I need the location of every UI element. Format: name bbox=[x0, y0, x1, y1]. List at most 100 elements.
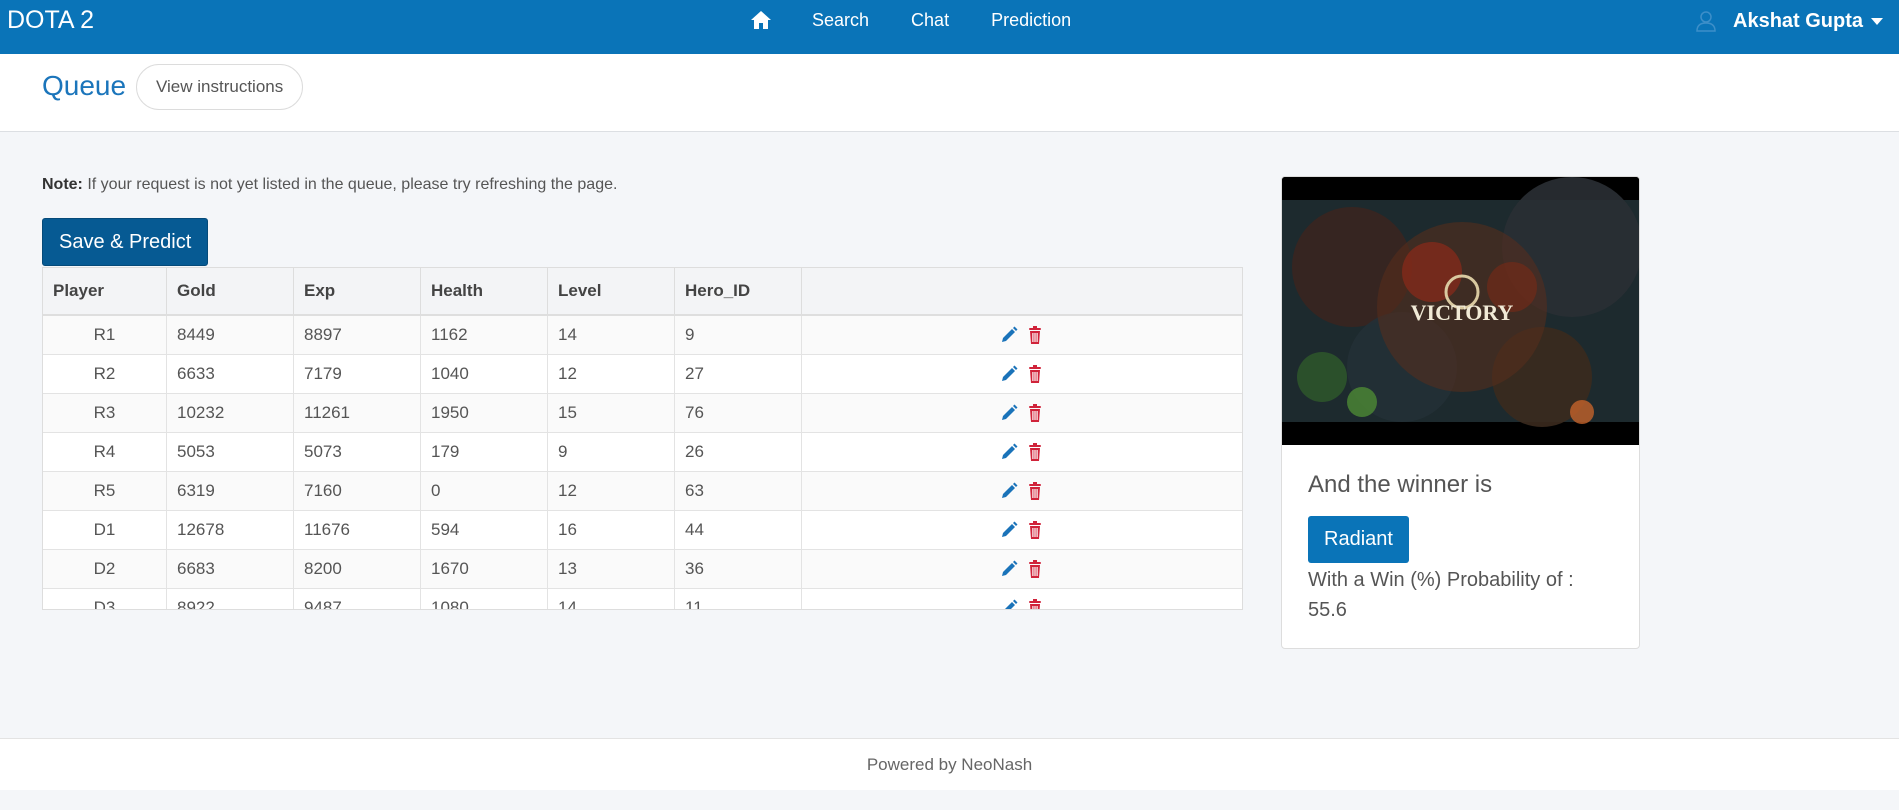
row-actions bbox=[802, 589, 1242, 610]
cell-hero-id: 11 bbox=[675, 589, 802, 609]
edit-pencil-icon[interactable] bbox=[999, 520, 1019, 540]
cell-exp: 5073 bbox=[294, 433, 421, 471]
cell-player: D3 bbox=[43, 589, 167, 609]
cell-hero-id: 26 bbox=[675, 433, 802, 471]
nav-link-prediction[interactable]: Prediction bbox=[991, 10, 1071, 31]
row-actions bbox=[802, 550, 1242, 588]
column-header-actions bbox=[802, 268, 1242, 314]
cell-gold: 10232 bbox=[167, 394, 294, 432]
top-navbar: DOTA 2 Search Chat Prediction Akshat Gup… bbox=[0, 0, 1899, 54]
cell-level: 13 bbox=[548, 550, 675, 588]
column-header-gold: Gold bbox=[167, 268, 294, 314]
row-actions bbox=[802, 511, 1242, 549]
edit-pencil-icon[interactable] bbox=[999, 598, 1019, 610]
cell-gold: 6319 bbox=[167, 472, 294, 510]
user-name: Akshat Gupta bbox=[1733, 9, 1864, 32]
cell-health: 0 bbox=[421, 472, 548, 510]
nav-link-search[interactable]: Search bbox=[812, 10, 869, 31]
table-body: R1 8449 8897 1162 14 9 R2 6633 7179 1040 12 27 R3 102… bbox=[43, 316, 1242, 610]
table-row: D2 6683 8200 1670 13 36 bbox=[43, 550, 1242, 589]
home-icon[interactable] bbox=[744, 0, 778, 40]
page-title: Queue bbox=[42, 70, 127, 101]
queue-note: Note: If your request is not yet listed … bbox=[42, 176, 617, 194]
victory-text: VICTORY bbox=[1411, 300, 1514, 325]
edit-pencil-icon[interactable] bbox=[999, 442, 1019, 462]
chevron-down-icon bbox=[1871, 17, 1884, 25]
cell-player: D1 bbox=[43, 511, 167, 549]
cell-hero-id: 9 bbox=[675, 316, 802, 354]
delete-trash-icon[interactable] bbox=[1025, 520, 1045, 540]
user-menu[interactable]: Akshat Gupta bbox=[1693, 6, 1884, 36]
delete-trash-icon[interactable] bbox=[1025, 559, 1045, 579]
player-stats-table[interactable]: Player Gold Exp Health Level Hero_ID R1 8… bbox=[42, 267, 1243, 610]
footer: Powered by NeoNash bbox=[0, 738, 1899, 790]
nav-links: Search Chat Prediction bbox=[744, 0, 1113, 40]
row-actions bbox=[802, 433, 1242, 471]
column-header-player: Player bbox=[43, 268, 167, 314]
victory-image: VICTORY bbox=[1282, 177, 1639, 445]
cell-exp: 11676 bbox=[294, 511, 421, 549]
cell-player: R4 bbox=[43, 433, 167, 471]
cell-player: R5 bbox=[43, 472, 167, 510]
user-avatar-icon bbox=[1696, 11, 1716, 32]
cell-exp: 8200 bbox=[294, 550, 421, 588]
table-row: R1 8449 8897 1162 14 9 bbox=[43, 316, 1242, 355]
delete-trash-icon[interactable] bbox=[1025, 403, 1045, 423]
cell-hero-id: 44 bbox=[675, 511, 802, 549]
delete-trash-icon[interactable] bbox=[1025, 442, 1045, 462]
nav-link-chat[interactable]: Chat bbox=[911, 10, 949, 31]
note-text: If your request is not yet listed in the… bbox=[87, 176, 618, 193]
edit-pencil-icon[interactable] bbox=[999, 559, 1019, 579]
table-row: R2 6633 7179 1040 12 27 bbox=[43, 355, 1242, 394]
cell-gold: 12678 bbox=[167, 511, 294, 549]
cell-health: 179 bbox=[421, 433, 548, 471]
delete-trash-icon[interactable] bbox=[1025, 598, 1045, 610]
page-header: Queue View instructions bbox=[0, 54, 1899, 132]
note-label: Note: bbox=[42, 176, 83, 193]
brand-logo[interactable]: DOTA 2 bbox=[7, 6, 94, 35]
cell-hero-id: 36 bbox=[675, 550, 802, 588]
cell-exp: 11261 bbox=[294, 394, 421, 432]
edit-pencil-icon[interactable] bbox=[999, 364, 1019, 384]
column-header-health: Health bbox=[421, 268, 548, 314]
cell-level: 12 bbox=[548, 472, 675, 510]
cell-gold: 5053 bbox=[167, 433, 294, 471]
winner-badge[interactable]: Radiant bbox=[1308, 516, 1409, 563]
cell-health: 594 bbox=[421, 511, 548, 549]
table-row: D3 8922 9487 1080 14 11 bbox=[43, 589, 1242, 610]
cell-hero-id: 27 bbox=[675, 355, 802, 393]
cell-health: 1080 bbox=[421, 589, 548, 609]
row-actions bbox=[802, 394, 1242, 432]
view-instructions-button[interactable]: View instructions bbox=[136, 64, 304, 110]
probability-label: With a Win (%) Probability of : bbox=[1308, 569, 1574, 591]
cell-level: 14 bbox=[548, 316, 675, 354]
cell-level: 14 bbox=[548, 589, 675, 609]
winner-heading: And the winner is bbox=[1308, 471, 1493, 498]
delete-trash-icon[interactable] bbox=[1025, 364, 1045, 384]
cell-gold: 6633 bbox=[167, 355, 294, 393]
cell-health: 1040 bbox=[421, 355, 548, 393]
edit-pencil-icon[interactable] bbox=[999, 481, 1019, 501]
cell-hero-id: 63 bbox=[675, 472, 802, 510]
cell-exp: 8897 bbox=[294, 316, 421, 354]
table-row: R3 10232 11261 1950 15 76 bbox=[43, 394, 1242, 433]
cell-health: 1670 bbox=[421, 550, 548, 588]
save-predict-button[interactable]: Save & Predict bbox=[42, 218, 209, 266]
edit-pencil-icon[interactable] bbox=[999, 403, 1019, 423]
cell-health: 1950 bbox=[421, 394, 548, 432]
cell-exp: 7160 bbox=[294, 472, 421, 510]
win-probability: With a Win (%) Probability of : 55.6 bbox=[1308, 565, 1608, 625]
edit-pencil-icon[interactable] bbox=[999, 325, 1019, 345]
cell-health: 1162 bbox=[421, 316, 548, 354]
cell-level: 16 bbox=[548, 511, 675, 549]
column-header-exp: Exp bbox=[294, 268, 421, 314]
delete-trash-icon[interactable] bbox=[1025, 325, 1045, 345]
cell-gold: 6683 bbox=[167, 550, 294, 588]
cell-gold: 8922 bbox=[167, 589, 294, 609]
cell-level: 9 bbox=[548, 433, 675, 471]
table-header: Player Gold Exp Health Level Hero_ID bbox=[43, 268, 1242, 316]
row-actions bbox=[802, 316, 1242, 354]
probability-value: 55.6 bbox=[1308, 599, 1347, 621]
delete-trash-icon[interactable] bbox=[1025, 481, 1045, 501]
cell-exp: 7179 bbox=[294, 355, 421, 393]
